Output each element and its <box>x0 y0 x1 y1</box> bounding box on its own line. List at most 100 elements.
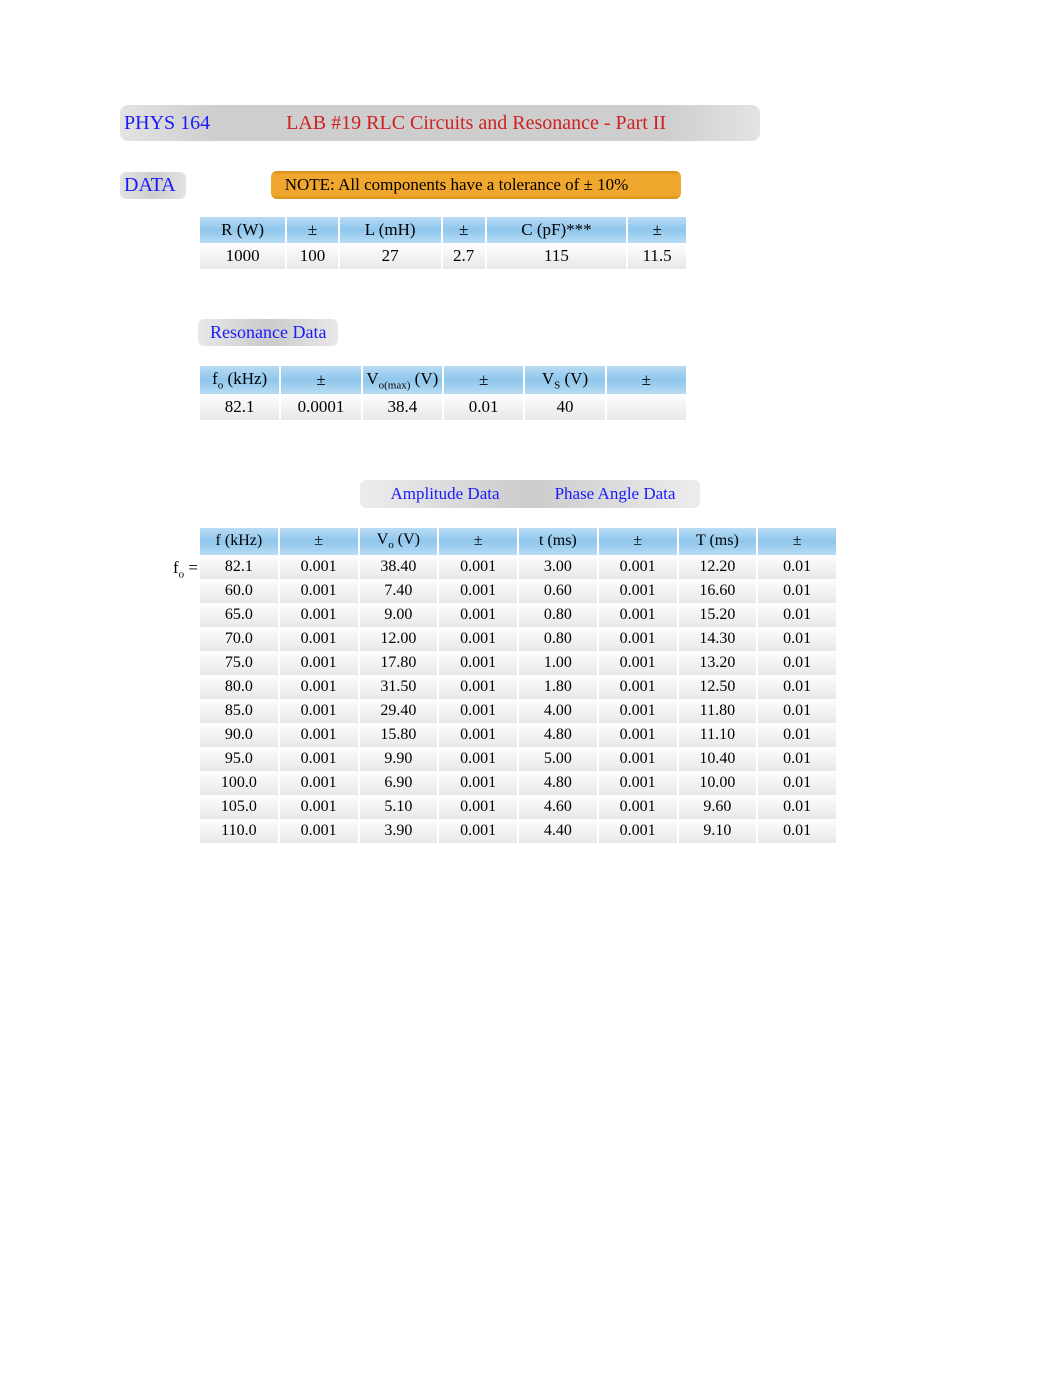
cell-fpm: 0.001 <box>280 723 358 747</box>
cell-Tpm: 0.01 <box>758 699 836 723</box>
phase-label: Phase Angle Data <box>530 484 700 504</box>
table-row: 95.00.0019.900.0015.000.00110.400.01 <box>200 747 836 771</box>
cell-f: 110.0 <box>200 819 278 843</box>
cell-f: 82.1 <box>200 555 278 579</box>
cell-t: 1.00 <box>519 651 597 675</box>
cell-Tpm: 0.01 <box>758 771 836 795</box>
header-vomax: Vo(max) (V) <box>363 366 442 394</box>
cell-tpm: 0.001 <box>599 747 677 771</box>
cell-vopm: 0.001 <box>439 699 517 723</box>
cell-fpm: 0.001 <box>280 579 358 603</box>
value-vspm <box>607 394 686 420</box>
cell-vo: 6.90 <box>360 771 438 795</box>
header-vo: Vo (V) <box>360 528 438 554</box>
cell-fpm: 0.001 <box>280 675 358 699</box>
cell-Tpm: 0.01 <box>758 651 836 675</box>
data-section-label: DATA <box>120 172 186 199</box>
cell-f: 100.0 <box>200 771 278 795</box>
cell-vo: 5.10 <box>360 795 438 819</box>
cell-t: 4.80 <box>519 771 597 795</box>
cell-T: 11.10 <box>679 723 757 747</box>
cell-vo: 7.40 <box>360 579 438 603</box>
cell-tpm: 0.001 <box>599 627 677 651</box>
table-row: 65.00.0019.000.0010.800.00115.200.01 <box>200 603 836 627</box>
table-row: 100.00.0016.900.0014.800.00110.000.01 <box>200 771 836 795</box>
amplitude-label: Amplitude Data <box>360 484 530 504</box>
cell-t: 5.00 <box>519 747 597 771</box>
cell-t: 1.80 <box>519 675 597 699</box>
cell-t: 4.60 <box>519 795 597 819</box>
cell-tpm: 0.001 <box>599 603 677 627</box>
cell-Tpm: 0.01 <box>758 579 836 603</box>
cell-t: 4.80 <box>519 723 597 747</box>
cell-vo: 12.00 <box>360 627 438 651</box>
cell-tpm: 0.001 <box>599 795 677 819</box>
amp-phase-header: Amplitude Data Phase Angle Data <box>360 480 700 508</box>
header-f: f (kHz) <box>200 528 278 554</box>
header-C: C (pF)*** <box>487 217 627 243</box>
cell-vo: 17.80 <box>360 651 438 675</box>
cell-vo: 15.80 <box>360 723 438 747</box>
cell-T: 15.20 <box>679 603 757 627</box>
cell-T: 13.20 <box>679 651 757 675</box>
cell-f: 90.0 <box>200 723 278 747</box>
cell-tpm: 0.001 <box>599 651 677 675</box>
cell-fpm: 0.001 <box>280 555 358 579</box>
lab-title: LAB #19 RLC Circuits and Resonance - Par… <box>286 112 666 135</box>
cell-f: 80.0 <box>200 675 278 699</box>
table-row: 82.10.00138.400.0013.000.00112.200.01 <box>200 555 836 579</box>
table-row: 110.00.0013.900.0014.400.0019.100.01 <box>200 819 836 843</box>
cell-Tpm: 0.01 <box>758 795 836 819</box>
cell-f: 60.0 <box>200 579 278 603</box>
component-table: R (W) ± L (mH) ± C (pF)*** ± 1000 100 27… <box>198 217 688 269</box>
cell-Tpm: 0.01 <box>758 555 836 579</box>
cell-T: 12.50 <box>679 675 757 699</box>
header-R: R (W) <box>200 217 285 243</box>
table-row: 105.00.0015.100.0014.600.0019.600.01 <box>200 795 836 819</box>
cell-vopm: 0.001 <box>439 579 517 603</box>
cell-f: 65.0 <box>200 603 278 627</box>
title-bar: PHYS 164 LAB #19 RLC Circuits and Resona… <box>120 105 760 141</box>
cell-Tpm: 0.01 <box>758 675 836 699</box>
cell-vopm: 0.001 <box>439 747 517 771</box>
value-fopm: 0.0001 <box>281 394 360 420</box>
tolerance-note: NOTE: All components have a tolerance of… <box>271 171 681 199</box>
header-Lpm: ± <box>443 217 485 243</box>
cell-Tpm: 0.01 <box>758 603 836 627</box>
value-vs: 40 <box>525 394 604 420</box>
cell-vopm: 0.001 <box>439 771 517 795</box>
cell-tpm: 0.001 <box>599 771 677 795</box>
cell-vopm: 0.001 <box>439 603 517 627</box>
cell-fpm: 0.001 <box>280 747 358 771</box>
value-L: 27 <box>340 243 441 269</box>
header-Cpm: ± <box>628 217 686 243</box>
cell-vo: 9.00 <box>360 603 438 627</box>
header-T: T (ms) <box>679 528 757 554</box>
cell-vo: 31.50 <box>360 675 438 699</box>
cell-T: 12.20 <box>679 555 757 579</box>
cell-fpm: 0.001 <box>280 819 358 843</box>
cell-vopm: 0.001 <box>439 555 517 579</box>
cell-fpm: 0.001 <box>280 603 358 627</box>
cell-T: 10.00 <box>679 771 757 795</box>
table-row: 60.00.0017.400.0010.600.00116.600.01 <box>200 579 836 603</box>
header-vopm: ± <box>439 528 517 554</box>
value-vomax: 38.4 <box>363 394 442 420</box>
header-fpm: ± <box>280 528 358 554</box>
cell-vopm: 0.001 <box>439 819 517 843</box>
cell-vopm: 0.001 <box>439 627 517 651</box>
header-Rpm: ± <box>287 217 338 243</box>
cell-fpm: 0.001 <box>280 771 358 795</box>
cell-vo: 3.90 <box>360 819 438 843</box>
value-R: 1000 <box>200 243 285 269</box>
cell-tpm: 0.001 <box>599 579 677 603</box>
cell-Tpm: 0.01 <box>758 723 836 747</box>
cell-t: 4.00 <box>519 699 597 723</box>
header-fo: fo (kHz) <box>200 366 279 394</box>
table-row: 90.00.00115.800.0014.800.00111.100.01 <box>200 723 836 747</box>
header-vspm: ± <box>607 366 686 394</box>
cell-vopm: 0.001 <box>439 723 517 747</box>
cell-T: 9.60 <box>679 795 757 819</box>
cell-f: 70.0 <box>200 627 278 651</box>
cell-fpm: 0.001 <box>280 795 358 819</box>
